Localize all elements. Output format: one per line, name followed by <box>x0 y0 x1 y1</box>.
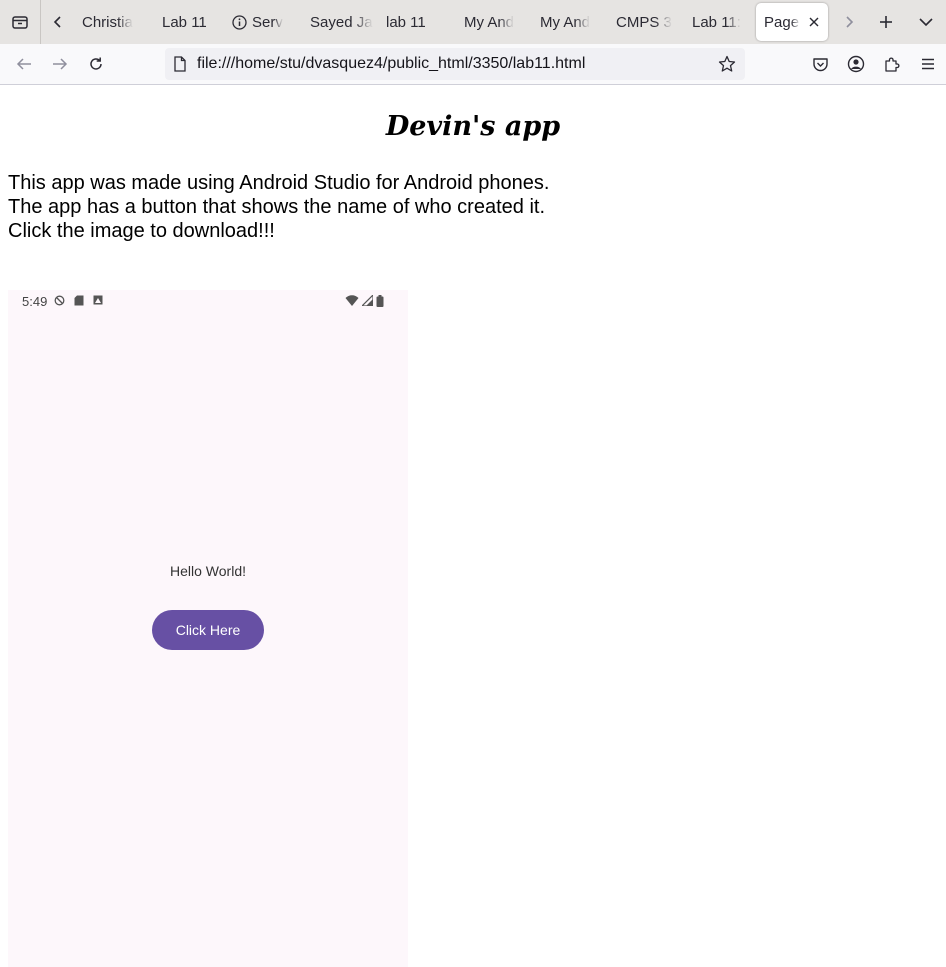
account-button[interactable] <box>838 46 874 82</box>
battery-icon <box>376 295 384 307</box>
do-not-disturb-icon <box>54 295 65 306</box>
extensions-button[interactable] <box>874 46 910 82</box>
tab-list: Christia Lab 11 Serv Sayed Ja lab 11 My … <box>76 0 832 44</box>
reload-icon <box>90 57 102 70</box>
close-tab-icon[interactable] <box>808 16 820 28</box>
tab-label: Page <box>764 13 800 31</box>
tab-lab-11-b[interactable]: lab 11 <box>380 4 456 40</box>
tab-label: lab 11 <box>386 13 426 31</box>
pocket-icon <box>812 57 828 71</box>
url-bar[interactable]: file:///home/stu/dvasquez4/public_html/3… <box>165 48 745 80</box>
chevron-left-icon <box>54 16 62 28</box>
tab-my-android-1[interactable]: My And <box>456 4 532 40</box>
tabstrip-right-buttons <box>832 0 946 44</box>
puzzle-icon <box>885 57 900 72</box>
sd-card-icon <box>74 295 84 306</box>
click-here-button: Click Here <box>152 610 264 650</box>
tab-scroll-left-button[interactable] <box>41 0 76 44</box>
phone-clock: 5:49 <box>22 294 48 309</box>
chevron-right-icon <box>846 16 854 28</box>
url-text[interactable]: file:///home/stu/dvasquez4/public_html/3… <box>197 55 585 73</box>
info-icon <box>232 14 247 30</box>
phone-system-icons <box>345 295 384 307</box>
plus-icon <box>880 16 892 28</box>
app-description: This app was made using Android Studio f… <box>8 171 549 243</box>
tab-label: Sayed Ja <box>310 13 373 31</box>
back-button[interactable] <box>6 46 42 82</box>
tab-label: Serv <box>252 13 283 31</box>
hello-world-text: Hello World! <box>170 563 246 579</box>
tab-server[interactable]: Serv <box>228 4 304 40</box>
toolbar-right <box>802 46 946 82</box>
cell-signal-icon <box>362 295 373 306</box>
wifi-icon <box>345 295 359 306</box>
phone-status-bar: 5:49 <box>8 290 408 312</box>
reload-button[interactable] <box>78 46 114 82</box>
forward-arrow-icon <box>53 58 68 70</box>
tab-label: My And <box>540 13 591 31</box>
file-page-icon <box>173 56 187 72</box>
hamburger-menu-icon <box>922 58 934 70</box>
forward-button[interactable] <box>42 46 78 82</box>
tab-scroll-right-button[interactable] <box>832 0 866 44</box>
menu-button[interactable] <box>910 46 946 82</box>
tab-my-android-2[interactable]: My And <box>532 4 608 40</box>
tab-label: Lab 11 <box>162 13 207 31</box>
description-line: The app has a button that shows the name… <box>8 196 546 218</box>
new-tab-button[interactable] <box>866 0 906 44</box>
account-icon <box>847 55 865 73</box>
tab-page-active[interactable]: Page <box>756 3 828 41</box>
navigation-bar: file:///home/stu/dvasquez4/public_html/3… <box>0 44 946 85</box>
firefox-view-icon <box>12 16 28 29</box>
back-arrow-icon <box>16 58 31 70</box>
tab-cmps[interactable]: CMPS 3 <box>608 4 684 40</box>
page-title: Devin's app <box>385 111 561 142</box>
description-line: Click the image to download!!! <box>8 220 275 242</box>
page-content: Devin's app This app was made using Andr… <box>0 85 946 967</box>
pocket-button[interactable] <box>802 46 838 82</box>
firefox-view-button[interactable] <box>0 0 41 44</box>
chevron-down-icon <box>919 18 933 27</box>
tab-label: Christia <box>82 13 133 31</box>
description-line: This app was made using Android Studio f… <box>8 172 550 194</box>
tab-christia[interactable]: Christia <box>76 4 152 40</box>
tab-strip: Christia Lab 11 Serv Sayed Ja lab 11 My … <box>0 0 946 44</box>
tab-label: Lab 11: <box>692 13 741 31</box>
tab-label: CMPS 3 <box>616 13 672 31</box>
phone-notification-icons <box>54 295 103 306</box>
bookmark-star-icon[interactable] <box>715 52 739 76</box>
list-all-tabs-button[interactable] <box>906 0 946 44</box>
app-screenshot-download-link[interactable]: 5:49 Hello World! Click Here <box>8 290 408 967</box>
tab-lab-11[interactable]: Lab 11 <box>152 4 228 40</box>
gallery-image-icon <box>93 295 103 305</box>
tab-label: My And <box>464 13 515 31</box>
tab-sayed[interactable]: Sayed Ja <box>304 4 380 40</box>
tab-lab-11-c[interactable]: Lab 11: <box>684 4 752 40</box>
